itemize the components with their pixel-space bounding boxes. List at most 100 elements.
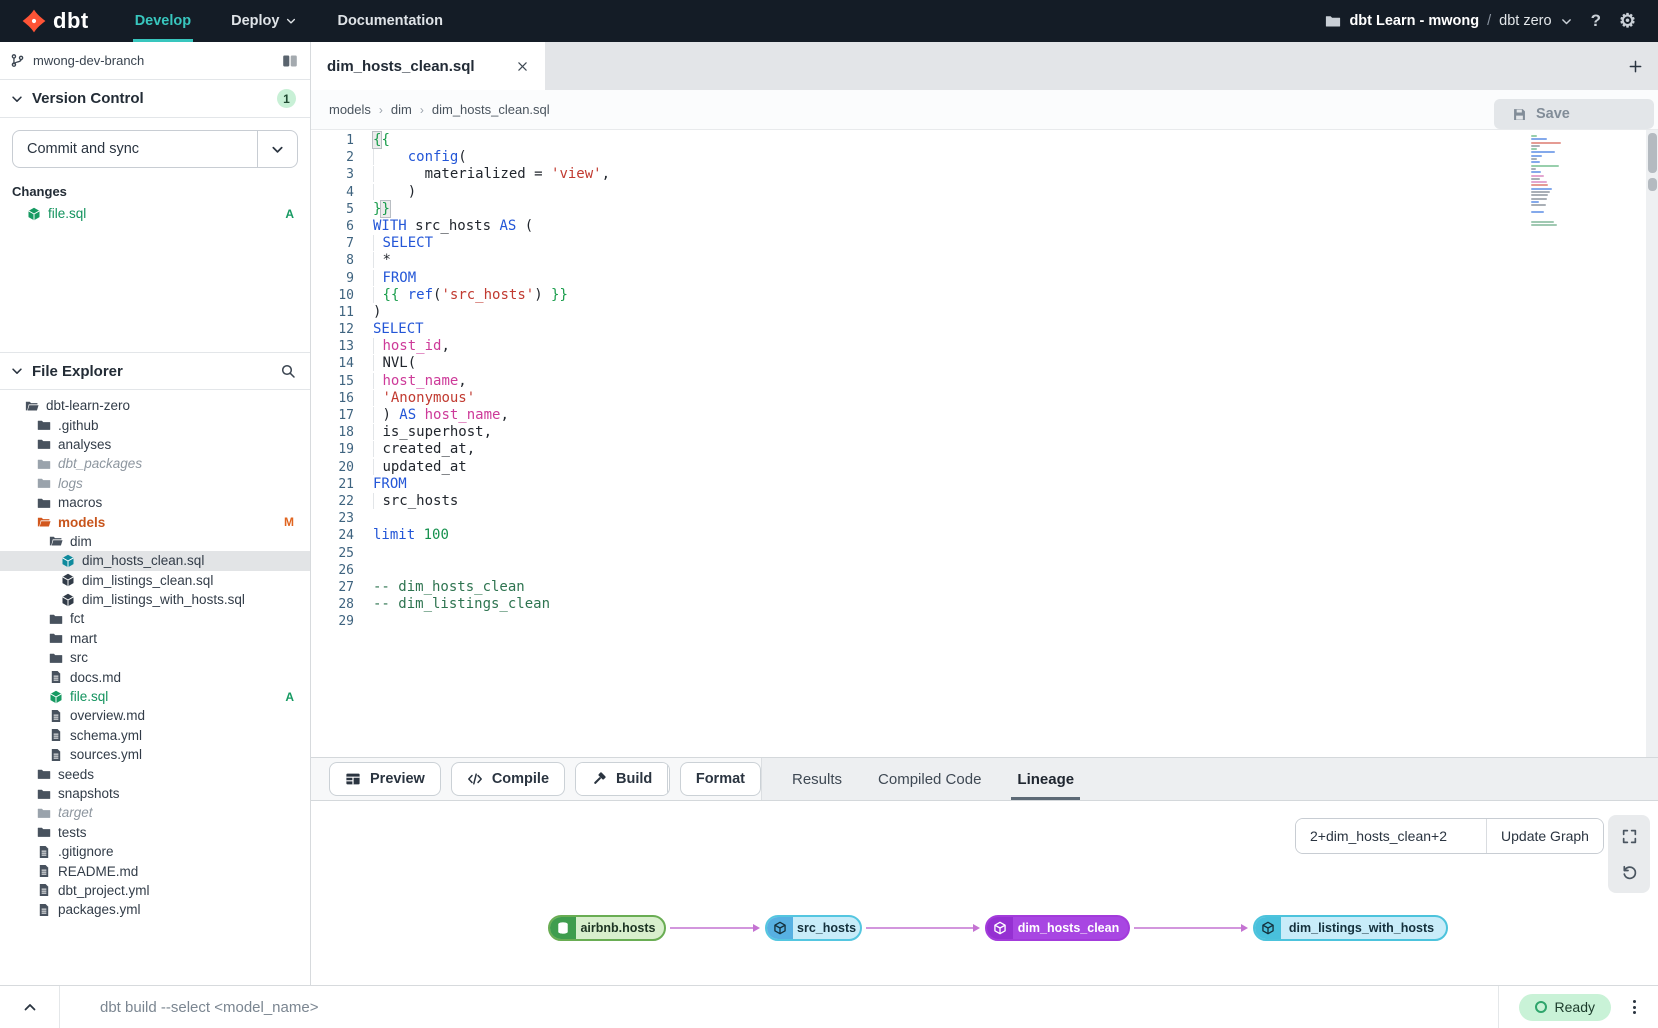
kebab-menu-icon[interactable] [1629,996,1640,1018]
search-icon[interactable] [280,363,296,379]
code-line-28[interactable]: -- dim_listings_clean [373,596,1658,613]
code-line-6[interactable]: WITH src_hosts AS ( [373,218,1658,235]
account-switcher[interactable]: dbt Learn - mwong / dbt zero [1325,13,1572,29]
tree-item-overview.md[interactable]: overview.md [0,706,310,725]
tree-item-fct[interactable]: fct [0,609,310,628]
code-line-22[interactable]: src_hosts [373,493,1658,510]
tree-item-dbt_packages[interactable]: dbt_packages [0,454,310,473]
tree-item-dim[interactable]: dim [0,532,310,551]
editor-scrollbar[interactable] [1646,130,1658,757]
tab-results[interactable]: Results [792,758,842,800]
tab-compiled-code[interactable]: Compiled Code [878,758,981,800]
dbt-logo[interactable]: dbt [0,0,119,42]
file-explorer-header[interactable]: File Explorer [0,352,310,390]
code-line-5[interactable]: }} [373,201,1658,218]
format-button[interactable]: Format [680,762,761,796]
split-view-icon[interactable] [282,53,298,69]
code-line-21[interactable]: FROM [373,476,1658,493]
nav-item-documentation[interactable]: Documentation [321,0,459,42]
nav-item-develop[interactable]: Develop [119,0,207,42]
file-explorer: File Explorer dbt-learn-zero.githubanaly… [0,352,310,920]
tree-item-sources.yml[interactable]: sources.yml [0,745,310,764]
lineage-node-dim_listings_with_hosts[interactable]: dim_listings_with_hosts [1253,915,1448,941]
editor-tab-dim-hosts-clean[interactable]: dim_hosts_clean.sql [311,42,545,90]
code-editor[interactable]: 1234567891011121314151617181920212223242… [311,130,1658,757]
code-line-11[interactable]: ) [373,304,1658,321]
hammer-icon [591,771,607,787]
code-line-3[interactable]: materialized = 'view', [373,166,1658,183]
tree-item-seeds[interactable]: seeds [0,764,310,783]
chevron-down-icon [668,772,670,787]
code-line-16[interactable]: 'Anonymous' [373,390,1658,407]
close-icon[interactable] [516,60,529,73]
tree-item-logs[interactable]: logs [0,474,310,493]
code-line-26[interactable] [373,562,1658,579]
tree-item-schema.yml[interactable]: schema.yml [0,726,310,745]
minimap-line [1531,135,1537,137]
code-line-2[interactable]: config( [373,149,1658,166]
commit-and-sync-button[interactable]: Commit and sync [13,131,257,167]
code-line-27[interactable]: -- dim_hosts_clean [373,579,1658,596]
code-line-19[interactable]: created_at, [373,441,1658,458]
lineage-node-src_hosts[interactable]: src_hosts [765,915,862,941]
help-icon[interactable]: ? [1591,11,1601,31]
tree-item-dbt-learn-zero[interactable]: dbt-learn-zero [0,396,310,415]
expand-panel-button[interactable] [0,986,60,1028]
code-line-18[interactable]: is_superhost, [373,424,1658,441]
code-line-12[interactable]: SELECT [373,321,1658,338]
tree-item-snapshots[interactable]: snapshots [0,784,310,803]
nav-item-deploy[interactable]: Deploy [215,0,313,42]
tree-item-target[interactable]: target [0,803,310,822]
tree-item-.github[interactable]: .github [0,415,310,434]
minimap[interactable] [1531,135,1563,231]
tree-item-.gitignore[interactable]: .gitignore [0,842,310,861]
build-button[interactable]: Build [576,763,667,795]
tree-item-docs.md[interactable]: docs.md [0,667,310,686]
minimap-line [1531,178,1540,180]
code-line-9[interactable]: FROM [373,270,1658,287]
tree-item-src[interactable]: src [0,648,310,667]
code-line-25[interactable] [373,545,1658,562]
tree-item-dim_listings_with_hosts.sql[interactable]: dim_listings_with_hosts.sql [0,590,310,609]
code-line-15[interactable]: host_name, [373,373,1658,390]
code-line-24[interactable]: limit 100 [373,527,1658,544]
tree-item-macros[interactable]: macros [0,493,310,512]
tree-item-dim_hosts_clean.sql[interactable]: dim_hosts_clean.sql [0,551,310,570]
line-number: 22 [311,493,354,510]
code-line-7[interactable]: SELECT [373,235,1658,252]
code-line-17[interactable]: ) AS host_name, [373,407,1658,424]
tree-item-file.sql[interactable]: file.sqlA [0,687,310,706]
commit-options-caret[interactable] [257,131,297,167]
code-line-8[interactable]: * [373,252,1658,269]
code-line-4[interactable]: ) [373,184,1658,201]
lineage-node-airbnb.hosts[interactable]: airbnb.hosts [548,915,666,941]
tree-item-README.md[interactable]: README.md [0,861,310,880]
branch-row[interactable]: mwong-dev-branch [0,42,310,80]
command-input[interactable] [60,986,1498,1028]
tree-item-dbt_project.yml[interactable]: dbt_project.yml [0,881,310,900]
code-line-13[interactable]: host_id, [373,338,1658,355]
changed-file-file.sql[interactable]: file.sqlA [0,203,310,224]
code-line-14[interactable]: NVL( [373,355,1658,372]
tree-item-analyses[interactable]: analyses [0,435,310,454]
code-line-23[interactable] [373,510,1658,527]
save-button[interactable]: Save [1494,99,1654,129]
code-line-1[interactable]: {{ [373,132,1658,149]
lineage-node-dim_hosts_clean[interactable]: dim_hosts_clean [985,915,1130,941]
code-line-10[interactable]: {{ ref('src_hosts') }} [373,287,1658,304]
tree-item-mart[interactable]: mart [0,629,310,648]
version-control-header[interactable]: Version Control 1 [0,80,310,118]
tree-item-tests[interactable]: tests [0,823,310,842]
tree-item-dim_listings_clean.sql[interactable]: dim_listings_clean.sql [0,571,310,590]
compile-button[interactable]: Compile [451,762,565,796]
build-options-caret[interactable] [667,763,670,795]
preview-button[interactable]: Preview [329,762,441,796]
tab-lineage[interactable]: Lineage [1017,758,1074,800]
settings-gear-icon[interactable]: ⚙ [1619,10,1636,33]
code-line-20[interactable]: updated_at [373,459,1658,476]
new-tab-button[interactable] [1612,42,1658,90]
scrollbar-thumb[interactable] [1648,133,1657,173]
tree-item-models[interactable]: modelsM [0,512,310,531]
code-line-29[interactable] [373,613,1658,630]
tree-item-packages.yml[interactable]: packages.yml [0,900,310,919]
